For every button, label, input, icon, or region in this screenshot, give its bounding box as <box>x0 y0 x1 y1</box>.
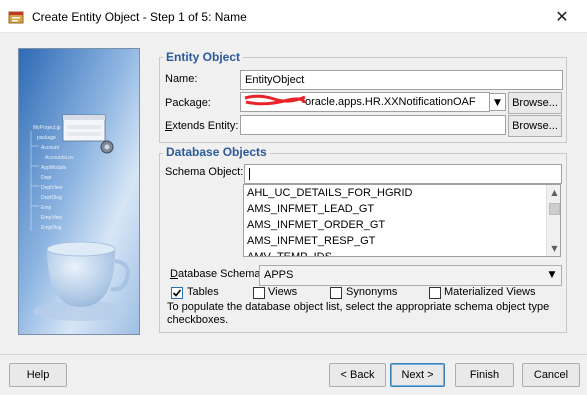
svg-text:EmpView: EmpView <box>41 215 62 221</box>
window-title: Create Entity Object - Step 1 of 5: Name <box>32 10 247 24</box>
checkmark-icon <box>172 289 182 297</box>
package-label: Package: <box>165 97 211 109</box>
views-checkbox-label: Views <box>268 286 298 298</box>
list-item[interactable]: AMS_INFMET_ORDER_GT <box>244 217 545 233</box>
next-button[interactable]: Next > <box>390 363 445 387</box>
synonyms-checkbox-label: Synonyms <box>346 286 398 298</box>
svg-text:EmpDlog: EmpDlog <box>41 225 62 231</box>
svg-text:DeptView: DeptView <box>41 185 63 191</box>
database-schema-label: Database Schema: <box>170 268 264 280</box>
extends-entity-label: Extends Entity: <box>165 120 239 132</box>
back-button[interactable]: < Back <box>329 363 386 387</box>
database-schema-dropdown-icon[interactable]: ▼ <box>544 266 560 285</box>
entity-wizard-icon <box>8 11 24 24</box>
svg-text:package: package <box>37 135 56 141</box>
database-objects-group-title: Database Objects <box>163 145 270 159</box>
hint-text: To populate the database object list, se… <box>167 301 550 326</box>
wizard-side-illustration: MyProject.jp package Account AccountsLov… <box>18 48 140 335</box>
list-item[interactable]: AHL_UC_DETAILS_FOR_HGRID <box>244 185 545 201</box>
svg-text:Dept: Dept <box>41 175 52 181</box>
scroll-thumb[interactable] <box>549 203 560 215</box>
materialized-views-checkbox[interactable] <box>429 287 441 299</box>
list-item[interactable]: AMS_INFMET_RESP_GT <box>244 233 545 249</box>
tables-checkbox-label: Tables <box>187 286 219 298</box>
svg-text:DeptDlog: DeptDlog <box>41 195 62 201</box>
title-bar: Create Entity Object - Step 1 of 5: Name… <box>0 0 587 33</box>
text-cursor <box>249 168 250 181</box>
package-browse-button[interactable]: Browse... <box>508 92 562 114</box>
synonyms-checkbox[interactable] <box>330 287 342 299</box>
materialized-views-checkbox-label: Materialized Views <box>444 286 536 298</box>
help-button[interactable]: Help <box>9 363 67 387</box>
scroll-up-icon[interactable]: ▲ <box>547 185 560 200</box>
redaction-scribble <box>244 94 306 106</box>
finish-button[interactable]: Finish <box>455 363 514 387</box>
list-scrollbar[interactable]: ▲ ▼ <box>546 185 560 256</box>
schema-object-label: Schema Object: <box>165 166 244 178</box>
svg-text:AppModule: AppModule <box>41 165 67 171</box>
list-item[interactable]: AMV_TEMP_IDS <box>244 249 545 256</box>
schema-object-field[interactable] <box>244 164 562 184</box>
close-icon[interactable]: ✕ <box>545 4 579 30</box>
cancel-button[interactable]: Cancel <box>522 363 580 387</box>
name-label: Name: <box>165 73 198 85</box>
package-dropdown-icon[interactable]: ▼ <box>490 93 506 111</box>
name-field[interactable]: EntityObject <box>240 70 563 90</box>
package-value: oracle.apps.HR.XXNotificationOAF <box>305 96 476 108</box>
views-checkbox[interactable] <box>253 287 265 299</box>
svg-text:Account: Account <box>41 145 60 151</box>
schema-object-list-items: AHL_UC_DETAILS_FOR_HGRID AMS_INFMET_LEAD… <box>244 185 545 256</box>
svg-text:Emp: Emp <box>41 205 52 211</box>
svg-text:AccountsLov: AccountsLov <box>45 155 74 161</box>
list-item[interactable]: AMS_INFMET_LEAD_GT <box>244 201 545 217</box>
svg-text:MyProject.jp: MyProject.jp <box>33 125 61 131</box>
entity-object-group-title: Entity Object <box>163 50 244 64</box>
schema-object-list[interactable]: AHL_UC_DETAILS_FOR_HGRID AMS_INFMET_LEAD… <box>243 184 561 257</box>
tables-checkbox[interactable] <box>171 287 183 299</box>
database-schema-value: APPS <box>264 269 294 281</box>
scroll-down-icon[interactable]: ▼ <box>547 241 560 256</box>
extends-entity-field[interactable] <box>240 115 506 135</box>
footer-divider <box>0 354 587 355</box>
extends-browse-button[interactable]: Browse... <box>508 115 562 137</box>
database-schema-select[interactable]: APPS <box>259 265 562 286</box>
